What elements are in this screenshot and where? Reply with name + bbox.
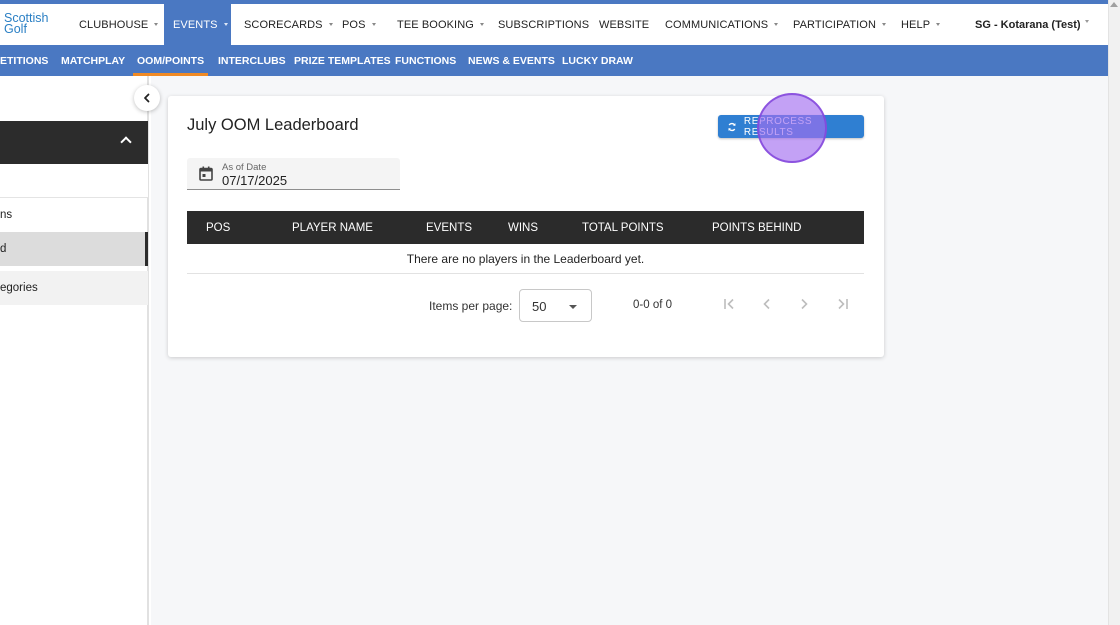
chevron-down-icon	[774, 23, 779, 26]
user-label: SG - Kotarana (Test)	[975, 18, 1081, 31]
subnav-news-events[interactable]: NEWS & EVENTS	[468, 45, 555, 76]
sidebar-section-header[interactable]	[0, 121, 148, 164]
nav-tee-booking-label: TEE BOOKING	[397, 18, 474, 31]
refresh-icon	[728, 122, 736, 131]
dropdown-arrow-icon	[569, 305, 577, 309]
first-page-button[interactable]	[719, 293, 741, 315]
last-page-icon	[838, 298, 848, 310]
subnav-interclubs[interactable]: INTERCLUBS	[218, 45, 286, 76]
nav-pos-label: POS	[342, 18, 366, 31]
items-per-page-label: Items per page:	[429, 299, 513, 313]
sub-nav: ETITIONS MATCHPLAY OOM/POINTS INTERCLUBS…	[0, 45, 1108, 76]
main-nav: Scottish Golf CLUBHOUSE EVENTS SCORECARD…	[0, 4, 1108, 45]
nav-events-label: EVENTS	[173, 18, 218, 31]
column-header-player-name[interactable]: PLAYER NAME	[292, 211, 373, 244]
subnav-oom-points[interactable]: OOM/POINTS	[132, 45, 209, 76]
chevron-down-icon	[328, 23, 333, 26]
chevron-down-icon	[371, 23, 376, 26]
as-of-date-value[interactable]: 07/17/2025	[222, 173, 287, 188]
user-menu[interactable]: SG - Kotarana (Test)	[975, 4, 1081, 45]
nav-communications[interactable]: COMMUNICATIONS	[665, 4, 779, 45]
nav-pos[interactable]: POS	[342, 4, 376, 45]
chevron-down-icon	[223, 23, 228, 26]
nav-scorecards[interactable]: SCORECARDS	[244, 4, 333, 45]
subnav-lucky-draw[interactable]: LUCKY DRAW	[562, 45, 633, 76]
nav-clubhouse-label: CLUBHOUSE	[79, 18, 149, 31]
chevron-down-icon	[882, 23, 886, 26]
nav-subscriptions[interactable]: SUBSCRIPTIONS	[498, 4, 589, 45]
empty-table-message: There are no players in the Leaderboard …	[187, 244, 864, 274]
nav-participation[interactable]: PARTICIPATION	[793, 4, 886, 45]
sidebar-collapse-button[interactable]	[134, 85, 160, 111]
reprocess-results-button[interactable]: REPROCESS RESULTS	[718, 115, 864, 138]
subnav-competitions-label: ETITIONS	[0, 54, 49, 67]
paginator: Items per page: 50 0-0 of 0	[168, 289, 884, 323]
sidebar-item-1[interactable]: ns	[0, 198, 148, 232]
nav-website[interactable]: WEBSITE	[599, 4, 649, 45]
subnav-competitions[interactable]: ETITIONS	[0, 45, 48, 76]
items-per-page-value: 50	[532, 299, 547, 314]
chevron-down-icon	[154, 23, 159, 26]
nav-website-label: WEBSITE	[599, 18, 650, 31]
chevron-right-icon	[801, 298, 808, 310]
first-page-icon	[724, 298, 734, 310]
column-header-points-behind[interactable]: POINTS BEHIND	[712, 211, 801, 244]
nav-subscriptions-label: SUBSCRIPTIONS	[498, 18, 590, 31]
sidebar-item-label: ns	[0, 209, 13, 221]
page-range-label: 0-0 of 0	[633, 299, 672, 311]
subnav-functions[interactable]: FUNCTIONS	[395, 45, 456, 76]
reprocess-results-label: REPROCESS RESULTS	[743, 115, 813, 138]
logo-line-2: Golf	[4, 22, 27, 36]
chevron-down-icon	[1085, 20, 1089, 23]
as-of-date-label: As of Date	[222, 162, 267, 173]
page-title: July OOM Leaderboard	[187, 116, 359, 134]
nav-communications-label: COMMUNICATIONS	[665, 18, 769, 31]
sidebar-item-2[interactable]: d	[0, 232, 148, 266]
last-page-button[interactable]	[831, 293, 853, 315]
subnav-matchplay[interactable]: MATCHPLAY	[61, 45, 125, 76]
sidebar-spacer	[0, 164, 148, 198]
chevron-down-icon	[936, 23, 941, 26]
nav-clubhouse[interactable]: CLUBHOUSE	[79, 4, 159, 45]
nav-help[interactable]: HELP	[901, 4, 941, 45]
items-per-page-select[interactable]: 50	[519, 289, 592, 322]
page-scrollbar[interactable]	[1108, 0, 1120, 625]
nav-scorecards-label: SCORECARDS	[244, 18, 323, 31]
chevron-left-icon	[763, 298, 770, 310]
as-of-date-field[interactable]: As of Date 07/17/2025	[187, 158, 400, 190]
nav-events[interactable]: EVENTS	[164, 4, 231, 45]
subnav-lucky-draw-label: LUCKY DRAW	[562, 54, 633, 67]
calendar-icon[interactable]	[199, 166, 213, 181]
chevron-down-icon	[479, 23, 484, 26]
subnav-oom-points-label: OOM/POINTS	[137, 54, 205, 67]
nav-tee-booking[interactable]: TEE BOOKING	[397, 4, 484, 45]
subnav-prize-templates[interactable]: PRIZE TEMPLATES	[294, 45, 391, 76]
previous-page-button[interactable]	[756, 293, 778, 315]
nav-participation-label: PARTICIPATION	[793, 18, 876, 31]
nav-help-label: HELP	[901, 18, 931, 31]
chevron-left-icon	[144, 93, 150, 103]
scroll-up-arrow-icon[interactable]	[1110, 2, 1118, 7]
scottish-golf-logo[interactable]: Scottish Golf	[4, 12, 64, 36]
sidebar: ns d egories	[0, 76, 149, 625]
subnav-news-events-label: NEWS & EVENTS	[468, 54, 555, 67]
chevron-up-icon	[120, 136, 132, 148]
column-header-events[interactable]: EVENTS	[426, 211, 472, 244]
leaderboard-table-header: POS PLAYER NAME EVENTS WINS TOTAL POINTS…	[187, 211, 864, 244]
subnav-prize-templates-label: PRIZE TEMPLATES	[294, 54, 391, 67]
subnav-interclubs-label: INTERCLUBS	[218, 54, 286, 67]
leaderboard-card: July OOM Leaderboard REPROCESS RESULTS A…	[168, 96, 884, 357]
sidebar-item-label: egories	[0, 282, 38, 294]
column-header-total-points[interactable]: TOTAL POINTS	[582, 211, 664, 244]
sidebar-item-label: d	[0, 243, 7, 255]
column-header-pos[interactable]: POS	[206, 211, 230, 244]
subnav-matchplay-label: MATCHPLAY	[61, 54, 126, 67]
column-header-wins[interactable]: WINS	[508, 211, 538, 244]
next-page-button[interactable]	[793, 293, 815, 315]
sidebar-item-3[interactable]: egories	[0, 271, 148, 305]
subnav-functions-label: FUNCTIONS	[395, 54, 457, 67]
